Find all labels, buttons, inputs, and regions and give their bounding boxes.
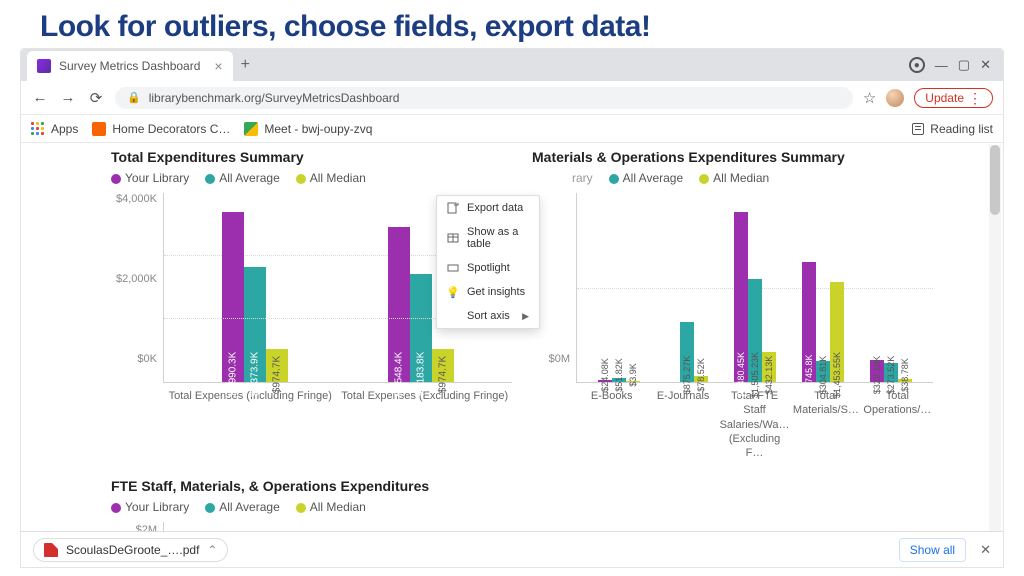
legend-dot-avg — [609, 174, 619, 184]
tab-title: Survey Metrics Dashboard — [59, 59, 200, 73]
bar[interactable]: $3,373.9K — [244, 267, 266, 382]
browser-tab[interactable]: Survey Metrics Dashboard × — [27, 51, 233, 81]
legend: Your Library All Average All Median — [111, 171, 512, 185]
menu-spotlight[interactable]: Spotlight — [437, 256, 539, 280]
close-window-icon[interactable]: ✕ — [980, 57, 991, 73]
new-tab-button[interactable]: + — [241, 56, 250, 74]
x-axis: E-Books E-Journals Total FTE Staff Salar… — [532, 383, 933, 460]
lock-icon: 🔒 — [127, 91, 141, 104]
menu-sort-axis[interactable]: Sort axis▶ — [437, 304, 539, 328]
tab-strip: Survey Metrics Dashboard × + ● — ▢ ✕ — [21, 49, 1003, 81]
chart-title: Materials & Operations Expenditures Summ… — [532, 149, 933, 165]
bar[interactable]: $974.7K — [266, 349, 288, 382]
pdf-icon — [44, 543, 58, 557]
bar[interactable]: $974.7K — [432, 349, 454, 382]
panel-materials-ops: Materials & Operations Expenditures Summ… — [532, 149, 933, 460]
bar[interactable]: $3,183.8K — [410, 274, 432, 382]
show-all-button[interactable]: Show all — [899, 538, 966, 562]
bookmark-home-decorators[interactable]: Home Decorators C… — [92, 122, 230, 136]
favicon-icon — [37, 59, 51, 73]
download-chip[interactable]: ScoulasDeGroote_….pdf ⌃ — [33, 538, 228, 562]
export-icon — [447, 202, 459, 214]
browser-window: Survey Metrics Dashboard × + ● — ▢ ✕ ← →… — [20, 48, 1004, 568]
forward-icon[interactable]: → — [59, 89, 77, 106]
lightbulb-icon: 💡 — [447, 286, 459, 298]
url-text: librarybenchmark.org/SurveyMetricsDashbo… — [149, 91, 400, 105]
apps-shortcut[interactable]: Apps — [31, 122, 78, 136]
address-bar: ← → ⟳ 🔒 librarybenchmark.org/SurveyMetri… — [21, 81, 1003, 115]
reading-list-icon — [912, 123, 924, 135]
scrollbar-thumb[interactable] — [990, 145, 1000, 215]
legend-dot-avg — [205, 174, 215, 184]
meet-icon — [244, 122, 258, 136]
reading-list-link[interactable]: Reading list — [930, 122, 993, 136]
url-input[interactable]: 🔒 librarybenchmark.org/SurveyMetricsDash… — [115, 87, 853, 109]
context-menu: Export data Show as a table Spotlight 💡G… — [436, 195, 540, 329]
close-downloads-icon[interactable]: ✕ — [980, 542, 991, 558]
chart-plot[interactable]: $24.08K$51.82K$3.9K $875.27K$78.52K $2,4… — [576, 193, 933, 383]
bookmark-meet[interactable]: Meet - bwj-oupy-zvq — [244, 122, 372, 136]
maximize-icon[interactable]: ▢ — [958, 57, 970, 73]
scrollbar[interactable] — [989, 145, 1001, 541]
account-switcher-icon[interactable]: ● — [909, 57, 925, 73]
legend-dot-med — [699, 174, 709, 184]
download-filename: ScoulasDeGroote_….pdf — [66, 543, 199, 557]
bookmark-bar: Apps Home Decorators C… Meet - bwj-oupy-… — [21, 115, 1003, 143]
update-button[interactable]: Update⋮ — [914, 88, 993, 108]
headline: Look for outliers, choose fields, export… — [0, 0, 1024, 48]
menu-get-insights[interactable]: 💡Get insights — [437, 280, 539, 304]
chart-title: FTE Staff, Materials, & Operations Expen… — [111, 478, 933, 494]
spotlight-icon — [447, 262, 459, 274]
legend-dot-med — [296, 174, 306, 184]
reload-icon[interactable]: ⟳ — [87, 89, 105, 107]
chart-title: Total Expenditures Summary — [111, 149, 512, 165]
bookmark-star-icon[interactable]: ☆ — [863, 89, 876, 107]
bar[interactable]: $4,990.3K — [222, 212, 244, 382]
back-icon[interactable]: ← — [31, 89, 49, 106]
table-icon — [447, 232, 459, 244]
y-axis: $4,000K $2,000K $0K — [111, 193, 163, 383]
bar[interactable]: $4,548.4K — [388, 227, 410, 382]
menu-show-as-table[interactable]: Show as a table — [437, 220, 539, 256]
chevron-up-icon[interactable]: ⌃ — [207, 543, 217, 557]
tab-close-icon[interactable]: × — [214, 58, 222, 74]
homedepot-icon — [92, 122, 106, 136]
menu-export-data[interactable]: Export data — [437, 196, 539, 220]
bar-group: $4,990.3K $3,373.9K $974.7K — [222, 212, 288, 382]
downloads-bar: ScoulasDeGroote_….pdf ⌃ Show all ✕ — [21, 531, 1003, 567]
profile-avatar[interactable] — [886, 89, 904, 107]
chevron-right-icon: ▶ — [522, 311, 529, 322]
kebab-icon: ⋮ — [968, 91, 982, 105]
legend-dot-your — [111, 174, 121, 184]
apps-grid-icon — [31, 122, 45, 136]
minimize-icon[interactable]: — — [935, 58, 948, 73]
legend: Your Library All Average All Median — [111, 500, 933, 514]
legend: rary All Average All Median — [532, 171, 933, 185]
x-axis: Total Expenses (Including Fringe) Total … — [111, 383, 512, 403]
